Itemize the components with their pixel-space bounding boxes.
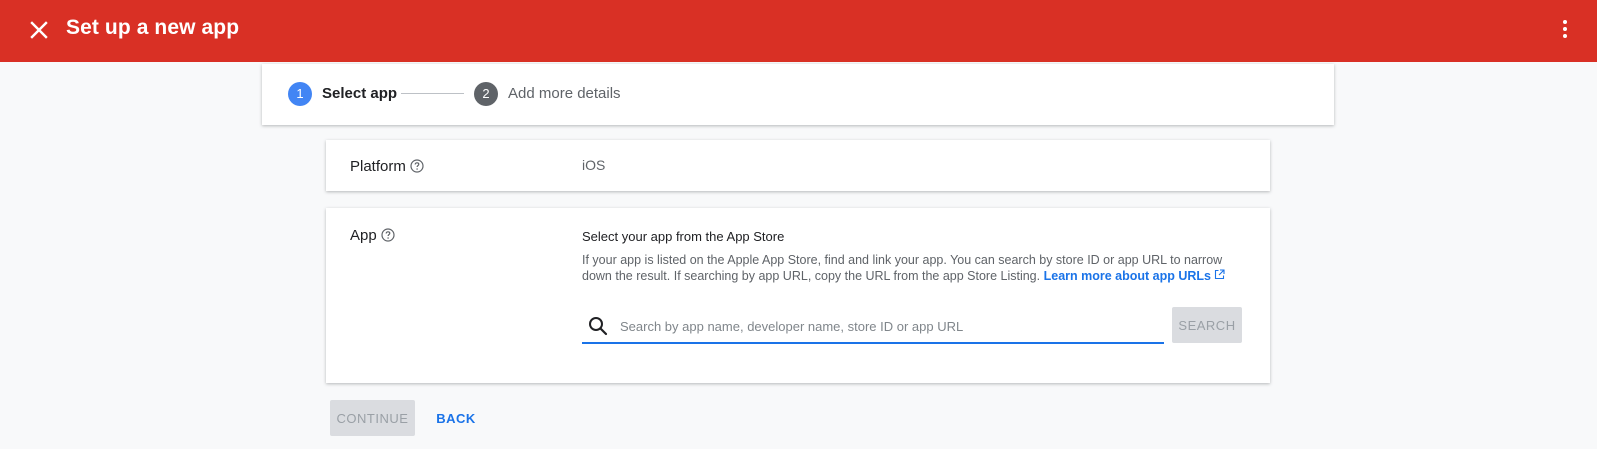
platform-card: Platform iOS (326, 140, 1270, 191)
help-icon[interactable] (381, 228, 395, 242)
platform-value: iOS (582, 157, 606, 173)
continue-button[interactable]: CONTINUE (330, 400, 415, 436)
step-1-label: Select app (322, 85, 398, 102)
help-icon[interactable] (410, 159, 424, 173)
platform-label: Platform (350, 158, 406, 175)
app-description: If your app is listed on the Apple App S… (582, 252, 1242, 284)
app-card: App Select your app from the App Store I… (326, 208, 1270, 383)
page-title: Set up a new app (66, 16, 240, 39)
learn-more-link[interactable]: Learn more about app URLs (1044, 269, 1225, 283)
close-icon[interactable] (26, 17, 52, 43)
external-link-icon (1214, 268, 1225, 280)
learn-more-label: Learn more about app URLs (1043, 269, 1211, 283)
stepper: 1 Select app 2 Add more details (262, 64, 1334, 125)
app-section-heading: Select your app from the App Store (582, 229, 785, 244)
search-button[interactable]: SEARCH (1172, 307, 1242, 343)
search-input[interactable] (620, 314, 1150, 338)
platform-label-row: Platform (350, 158, 424, 175)
app-label-row: App (350, 227, 395, 244)
step-2-label: Add more details (508, 85, 621, 102)
search-icon (587, 315, 609, 337)
step-2-number: 2 (474, 82, 498, 106)
app-header: Set up a new app (0, 0, 1597, 62)
app-label: App (350, 227, 377, 244)
step-connector (401, 93, 464, 94)
step-1-number: 1 (288, 82, 312, 106)
app-search-field (582, 308, 1164, 344)
back-button[interactable]: BACK (428, 400, 484, 436)
more-vert-icon[interactable] (1557, 18, 1573, 42)
